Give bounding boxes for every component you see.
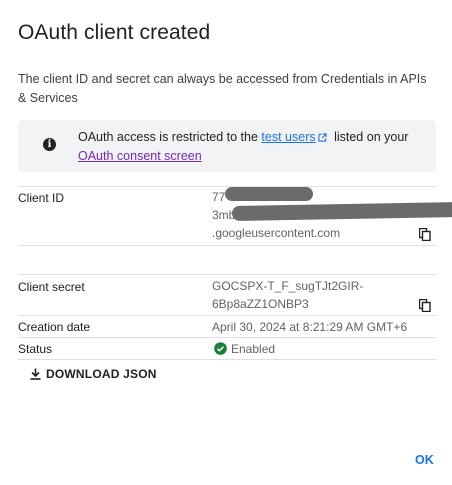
- divider: [18, 315, 436, 316]
- check-circle-icon: [214, 342, 227, 355]
- copy-icon[interactable]: [419, 228, 431, 241]
- notice-text-before: OAuth access is restricted to the: [78, 130, 262, 144]
- info-icon: i: [43, 138, 56, 151]
- download-icon: [30, 368, 41, 380]
- divider: [18, 274, 436, 275]
- ok-button[interactable]: OK: [415, 453, 434, 467]
- divider: [18, 245, 436, 246]
- dialog-intro: The client ID and secret can always be a…: [18, 72, 427, 105]
- download-json-button[interactable]: DOWNLOAD JSON: [30, 367, 157, 381]
- client-id-line3: .googleusercontent.com: [212, 226, 341, 240]
- client-secret-label: Client secret: [18, 280, 85, 294]
- status-value: Enabled: [214, 340, 275, 358]
- dialog-title: OAuth client created: [18, 21, 211, 44]
- creation-date-value: April 30, 2024 at 8:21:29 AM GMT+6: [212, 320, 408, 334]
- divider: [18, 359, 436, 360]
- client-secret-line2: 6Bp8aZZ1ONBP3: [212, 297, 309, 311]
- client-secret-line1: GOCSPX-T_F_sugTJt2GIR-: [212, 279, 364, 293]
- status-label: Status: [18, 342, 53, 356]
- oauth-consent-screen-link[interactable]: OAuth consent screen: [78, 149, 202, 163]
- client-secret-value: GOCSPX-T_F_sugTJt2GIR- 6Bp8aZZ1ONBP3: [212, 277, 363, 313]
- notice-text: OAuth access is restricted to the test u…: [78, 128, 428, 166]
- redaction-mark: [225, 187, 313, 201]
- divider: [18, 186, 436, 187]
- copy-icon[interactable]: [419, 299, 431, 312]
- status-text: Enabled: [231, 342, 276, 356]
- divider: [18, 337, 436, 338]
- test-users-link[interactable]: test users: [261, 130, 315, 144]
- download-json-label: DOWNLOAD JSON: [46, 367, 157, 381]
- client-id-label: Client ID: [18, 191, 65, 205]
- external-link-icon[interactable]: [317, 133, 327, 142]
- creation-date-label: Creation date: [18, 320, 91, 334]
- notice-text-middle: listed on your: [330, 130, 409, 144]
- redaction-mark: [231, 201, 452, 222]
- restriction-notice: i OAuth access is restricted to the test…: [18, 120, 436, 172]
